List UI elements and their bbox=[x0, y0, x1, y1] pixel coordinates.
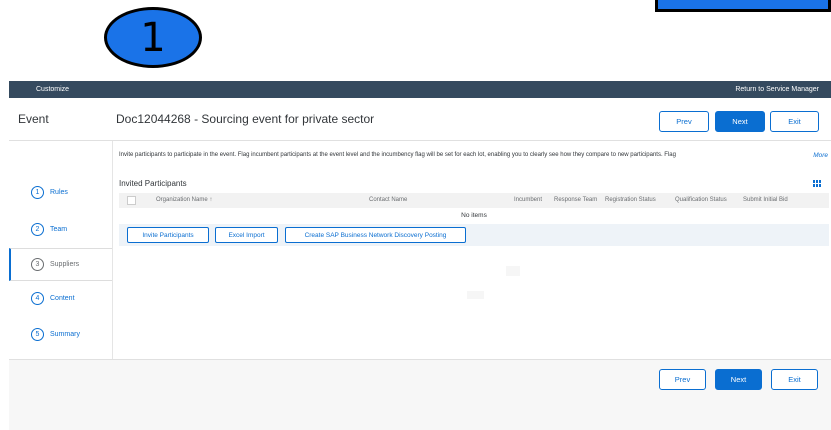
excel-import-button[interactable]: Excel Import bbox=[215, 227, 278, 243]
column-response-team[interactable]: Response Team bbox=[554, 197, 597, 203]
top-bar: Customize Return to Service Manager bbox=[9, 81, 831, 98]
page-title: Doc12044268 - Sourcing event for private… bbox=[116, 112, 375, 126]
step-label: Content bbox=[50, 294, 75, 302]
step-callout-badge: 1 bbox=[104, 7, 202, 68]
step-number: 2 bbox=[31, 222, 44, 236]
faded-artifact bbox=[467, 291, 484, 299]
step-number: 4 bbox=[31, 291, 44, 305]
step-label: Team bbox=[50, 225, 68, 233]
step-number: 3 bbox=[31, 258, 44, 271]
create-discovery-posting-button[interactable]: Create SAP Business Network Discovery Po… bbox=[285, 227, 466, 243]
column-registration-status[interactable]: Registration Status bbox=[605, 197, 656, 203]
step-label: Suppliers bbox=[50, 261, 80, 268]
prev-button[interactable]: Prev bbox=[659, 111, 709, 132]
section-title: Invited Participants bbox=[119, 179, 187, 188]
step-number: 5 bbox=[31, 327, 44, 341]
instructions-text: Invite participants to participate in th… bbox=[119, 152, 676, 158]
event-label: Event bbox=[18, 112, 49, 126]
footer-next-button[interactable]: Next bbox=[715, 369, 762, 390]
invite-participants-button[interactable]: Invite Participants bbox=[127, 227, 209, 243]
step-team[interactable]: 2 Team bbox=[9, 214, 112, 244]
step-number: 1 bbox=[31, 185, 44, 199]
app-shell: Customize Return to Service Manager Even… bbox=[9, 81, 831, 430]
step-label: Summary bbox=[50, 330, 80, 338]
column-contact-name[interactable]: Contact Name bbox=[369, 197, 407, 203]
step-label: Rules bbox=[50, 188, 68, 196]
main-content: Invite participants to participate in th… bbox=[113, 141, 831, 359]
page-footer: Prev Next Exit bbox=[9, 359, 831, 430]
column-submit-initial-bid[interactable]: Submit Initial Bid bbox=[743, 197, 788, 203]
table-settings-icon[interactable] bbox=[813, 180, 821, 187]
table-header: Organization Name ↑ Contact Name Incumbe… bbox=[119, 193, 829, 208]
empty-table-message: No items bbox=[119, 208, 829, 225]
column-incumbent[interactable]: Incumbent bbox=[514, 197, 542, 203]
more-link[interactable]: More bbox=[809, 152, 828, 159]
footer-prev-button[interactable]: Prev bbox=[659, 369, 706, 390]
faded-artifact bbox=[506, 266, 520, 276]
step-rules[interactable]: 1 Rules bbox=[9, 177, 112, 207]
customize-link[interactable]: Customize bbox=[36, 86, 69, 93]
corner-highlight-box bbox=[655, 0, 831, 12]
column-organization-name[interactable]: Organization Name ↑ bbox=[156, 197, 212, 203]
step-summary[interactable]: 5 Summary bbox=[9, 319, 112, 349]
exit-button[interactable]: Exit bbox=[770, 111, 819, 132]
select-all-checkbox[interactable] bbox=[127, 196, 136, 205]
table-action-bar: Invite Participants Excel Import Create … bbox=[119, 224, 829, 246]
step-navigation: 1 Rules 2 Team 3 Suppliers 4 Content 5 S… bbox=[9, 141, 113, 359]
step-suppliers[interactable]: 3 Suppliers bbox=[9, 248, 112, 281]
return-to-service-manager-link[interactable]: Return to Service Manager bbox=[735, 86, 819, 93]
footer-exit-button[interactable]: Exit bbox=[771, 369, 818, 390]
step-content[interactable]: 4 Content bbox=[9, 283, 112, 313]
step-callout-number: 1 bbox=[140, 14, 166, 61]
page-header: Event Doc12044268 - Sourcing event for p… bbox=[9, 98, 831, 141]
next-button[interactable]: Next bbox=[715, 111, 765, 132]
column-qualification-status[interactable]: Qualification Status bbox=[675, 197, 727, 203]
